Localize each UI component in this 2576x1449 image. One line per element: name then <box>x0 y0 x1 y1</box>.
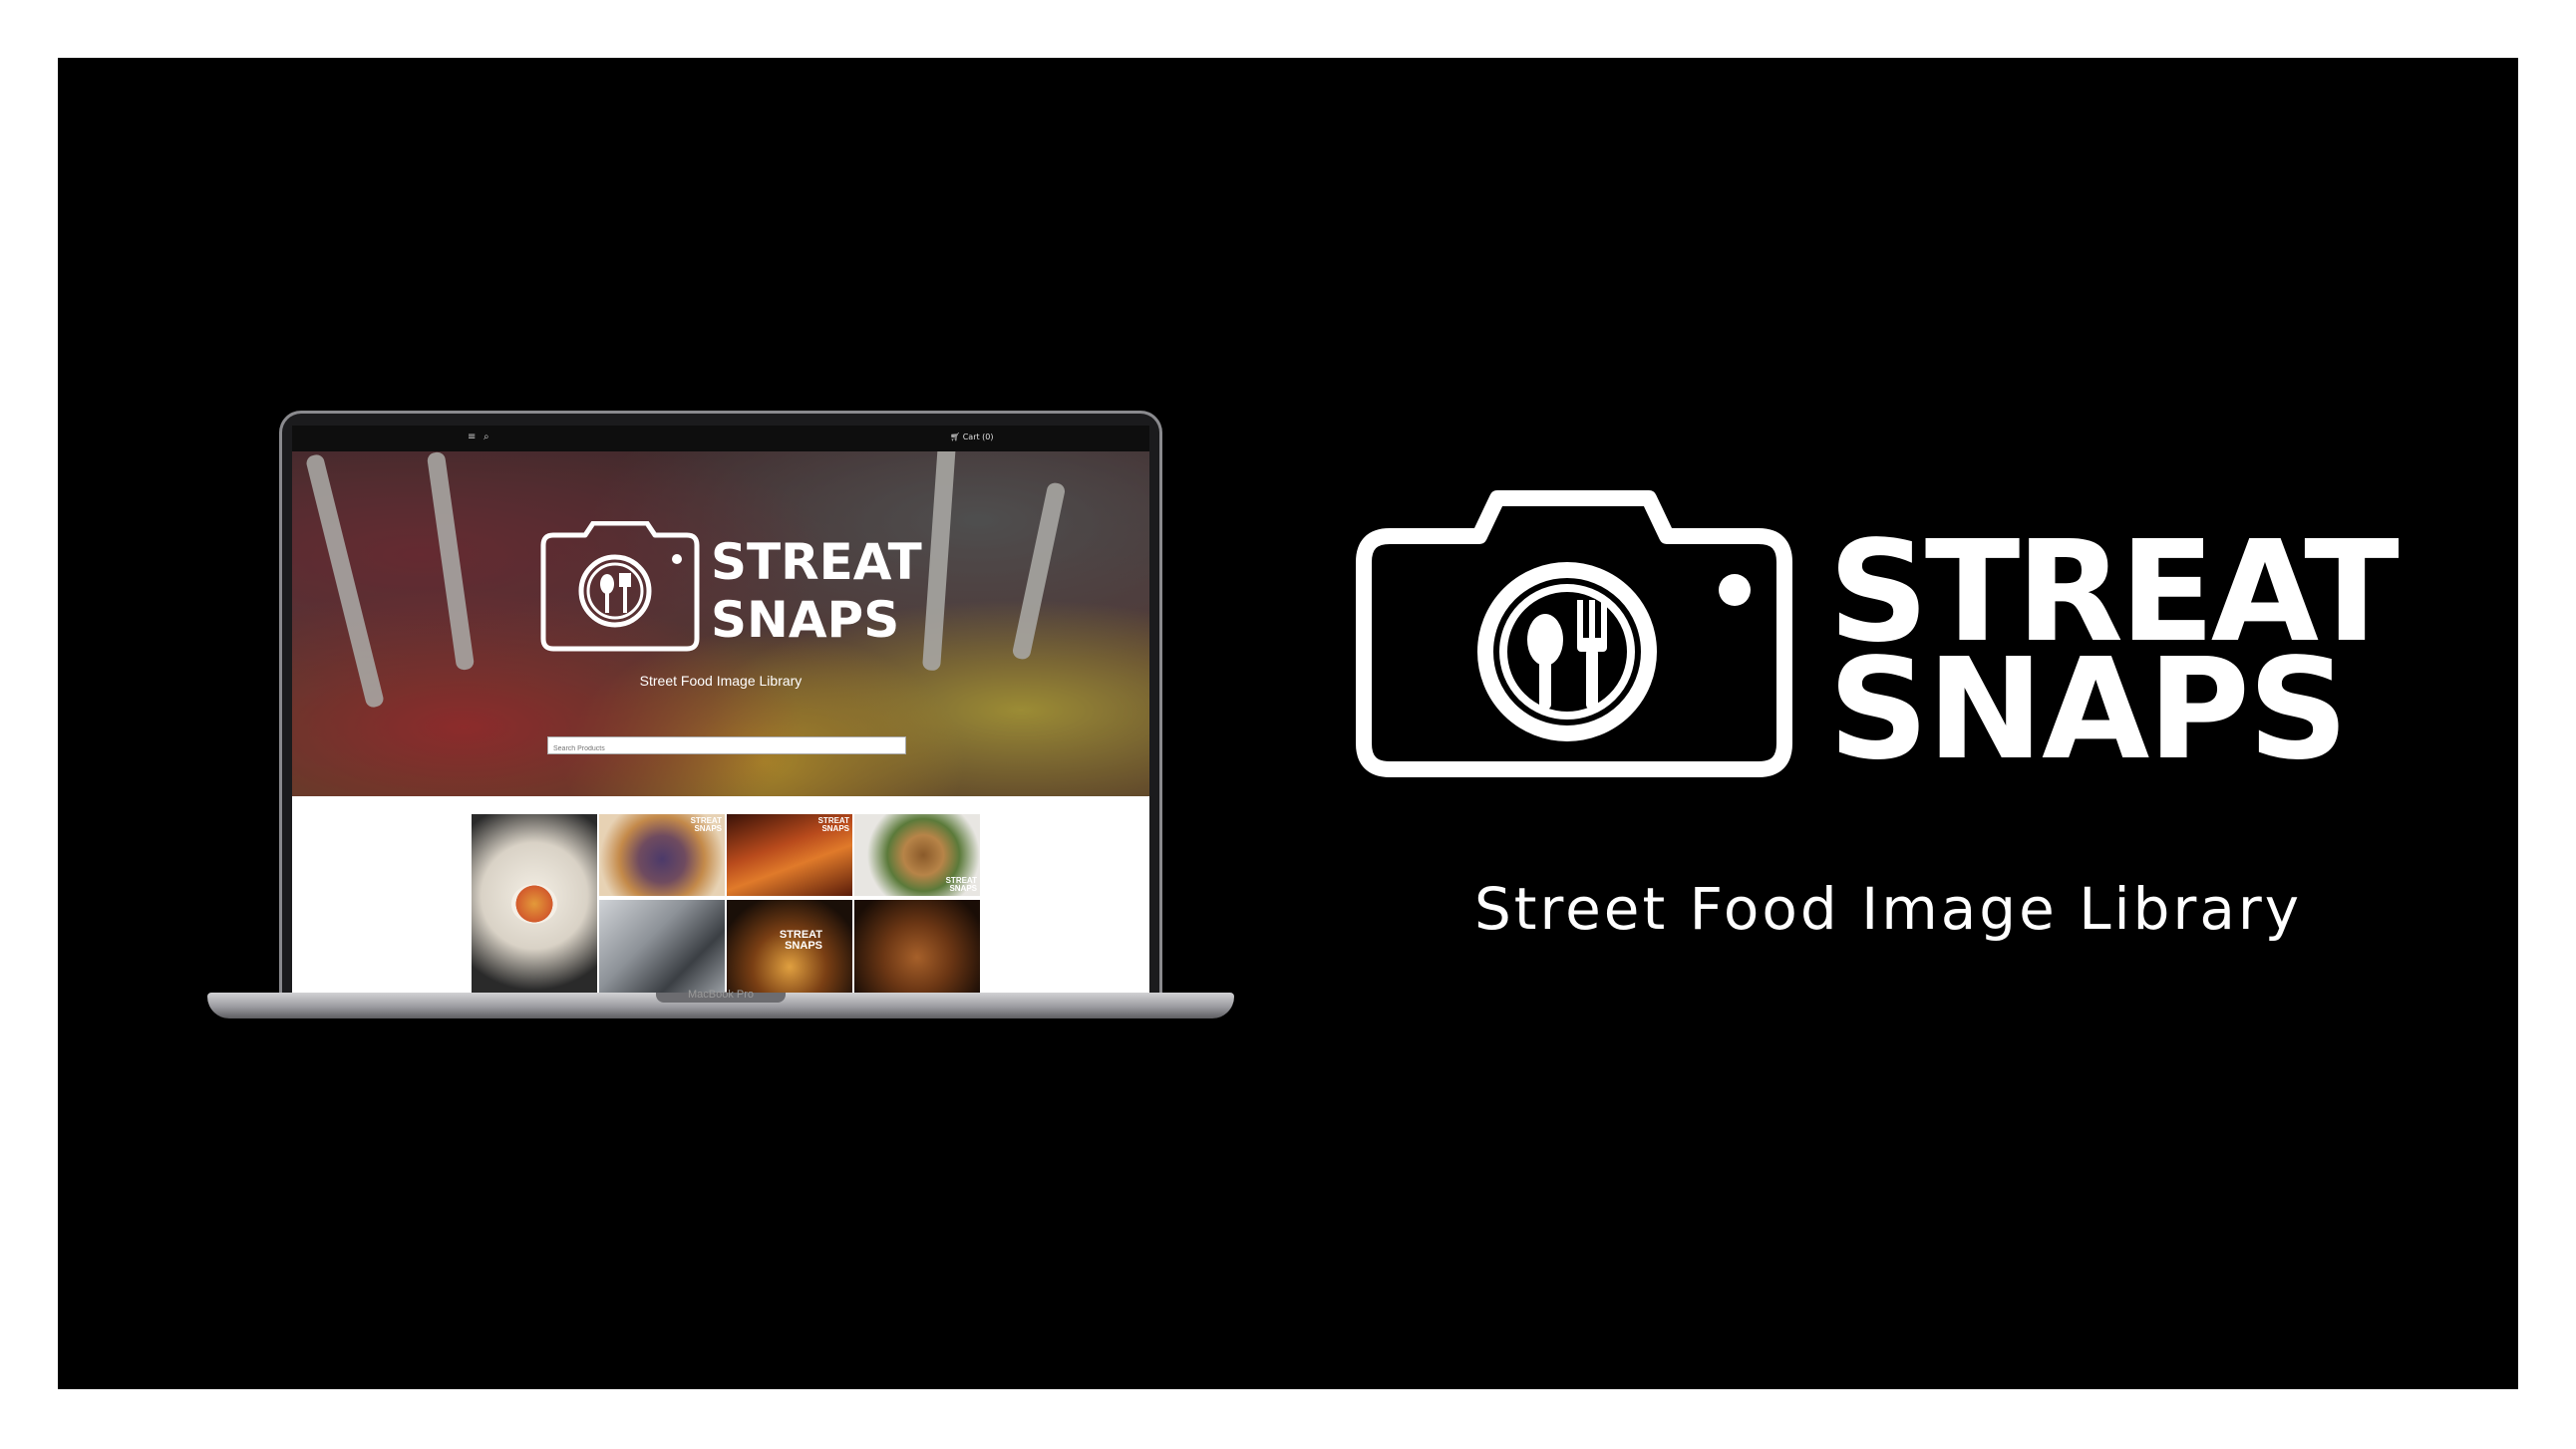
brand-subtitle: Street Food Image Library <box>1473 875 2303 943</box>
hamburger-icon[interactable]: ≡ <box>468 433 476 442</box>
brand-logo-line2: SNAPS <box>1828 629 2347 779</box>
search-icon[interactable]: ⌕ <box>483 433 489 442</box>
search-products-box <box>547 736 906 757</box>
search-products-input[interactable] <box>548 740 905 757</box>
hero-subtitle: Street Food Image Library <box>639 673 803 689</box>
gallery-thumb[interactable]: STREAT SNAPS <box>854 814 980 896</box>
site-topbar: ≡ ⌕ 🛒︎ Cart (0) <box>292 426 1149 451</box>
gallery-thumb[interactable]: STREAT SNAPS <box>727 900 852 996</box>
gallery-thumb[interactable] <box>472 814 597 996</box>
gallery-thumb[interactable]: STREAT SNAPS <box>727 814 852 896</box>
thumb-watermark: STREAT SNAPS <box>945 876 977 893</box>
hero-banner: STREAT SNAPS Street Food Image Library <box>292 451 1149 796</box>
brand-logo: STREAT SNAPS <box>1356 490 2403 779</box>
hero-logo-line1: STREAT <box>711 533 922 591</box>
thumb-watermark: STREAT SNAPS <box>690 816 722 833</box>
laptop-lid: ≡ ⌕ 🛒︎ Cart (0) STREAT SNAPS Street Food… <box>279 411 1162 1001</box>
hero-logo: STREAT SNAPS <box>540 521 922 652</box>
laptop-mockup: ≡ ⌕ 🛒︎ Cart (0) STREAT SNAPS Street Food… <box>207 411 1234 1096</box>
thumb-watermark: STREAT SNAPS <box>779 929 822 952</box>
laptop-screen: ≡ ⌕ 🛒︎ Cart (0) STREAT SNAPS Street Food… <box>292 426 1149 996</box>
hero-logo-line2: SNAPS <box>711 591 899 649</box>
thumb-food <box>511 884 557 924</box>
cart-link[interactable]: 🛒︎ Cart (0) <box>950 433 994 442</box>
black-banner: ≡ ⌕ 🛒︎ Cart (0) STREAT SNAPS Street Food… <box>58 58 2518 1389</box>
gallery-thumb[interactable] <box>599 900 725 996</box>
product-gallery: STREAT SNAPS STREAT SNAPS STREAT SNAPS STRE… <box>472 814 990 996</box>
gallery-thumb[interactable] <box>854 900 980 996</box>
thumb-watermark: STREAT SNAPS <box>817 816 849 833</box>
laptop-model-label: MacBook Pro <box>687 989 755 1001</box>
gallery-thumb[interactable]: STREAT SNAPS <box>599 814 725 896</box>
cart-icon: 🛒︎ <box>950 433 961 441</box>
cart-label: Cart (0) <box>962 433 994 441</box>
